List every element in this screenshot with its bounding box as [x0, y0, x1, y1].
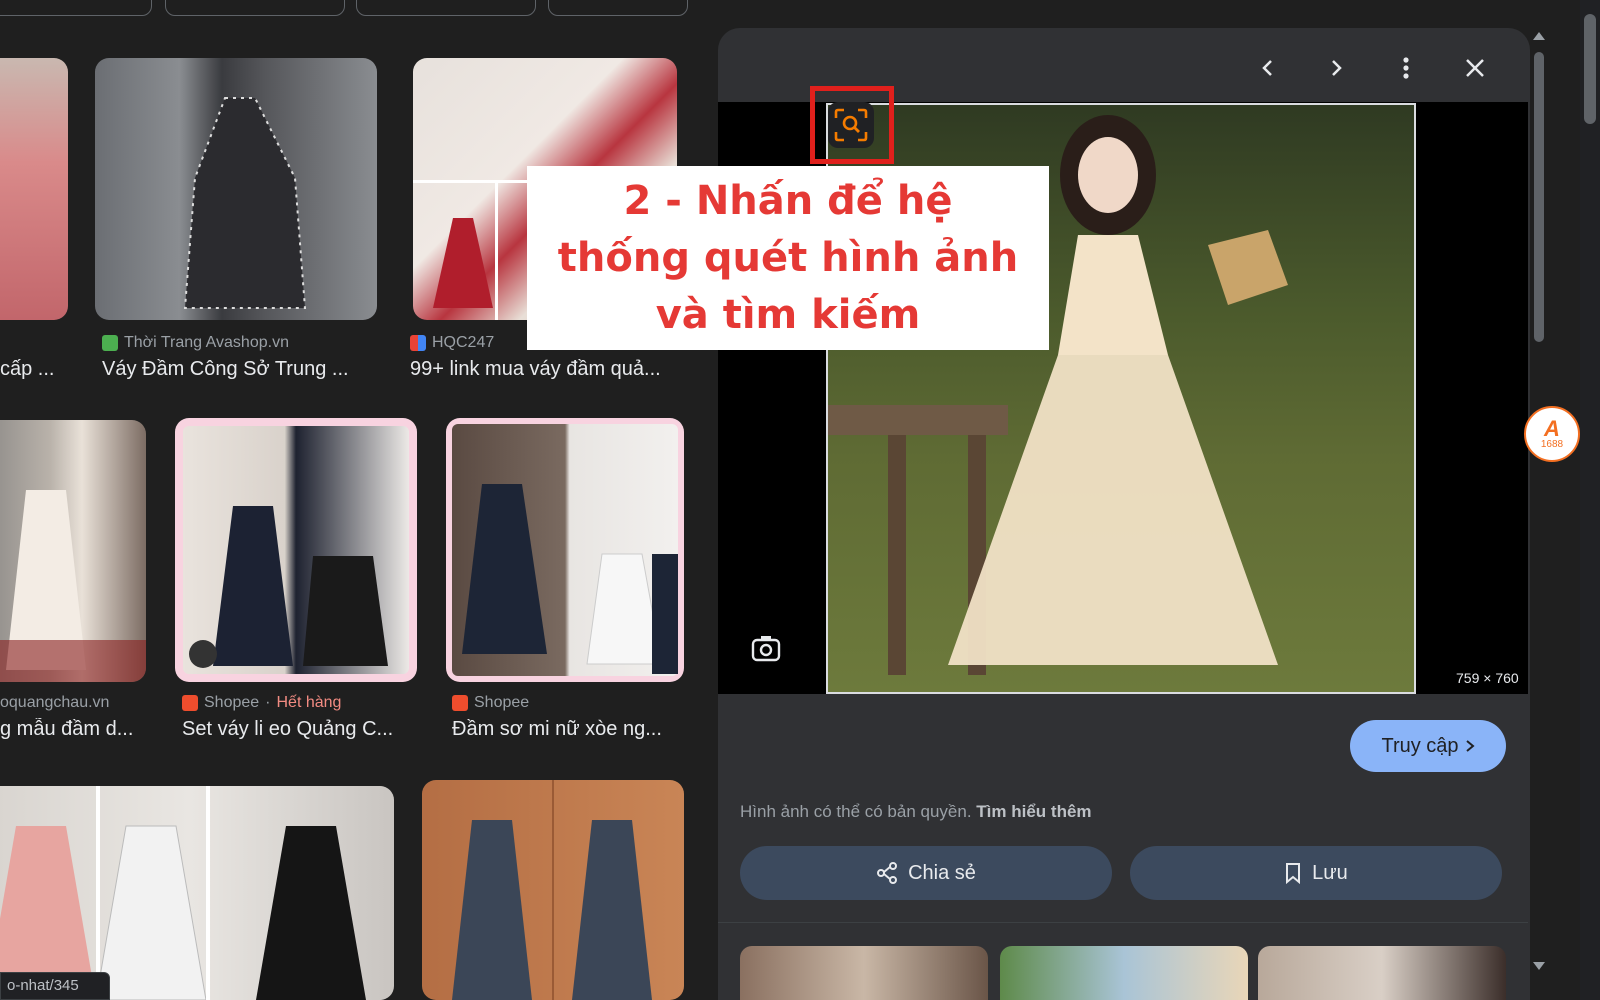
related-image[interactable]	[1258, 946, 1506, 1000]
chevron-left-icon	[1262, 60, 1272, 76]
dress-collage-photo	[0, 786, 366, 1000]
more-options-button[interactable]	[1388, 50, 1424, 86]
visit-button[interactable]: Truy cập	[1350, 720, 1506, 772]
result-title[interactable]: Đầm sơ mi nữ xòe ng...	[452, 718, 678, 741]
result-source: oquangchau.vn	[0, 694, 110, 711]
more-vert-icon	[1403, 57, 1409, 79]
panel-scrollbar-thumb[interactable]	[1534, 52, 1544, 342]
filter-chip[interactable]	[0, 0, 152, 16]
shopee-favicon-icon	[452, 695, 468, 711]
camera-lens-icon	[751, 636, 781, 662]
bookmark-icon	[1286, 863, 1301, 884]
result-image[interactable]	[0, 786, 394, 1000]
result-image[interactable]	[95, 58, 377, 320]
annotation-highlight-box	[810, 86, 894, 164]
site-favicon-icon	[410, 335, 426, 351]
related-image[interactable]	[1000, 946, 1248, 1000]
previous-button[interactable]	[1250, 50, 1286, 86]
filter-chip[interactable]	[356, 0, 536, 16]
annotation-text: 2 - Nhấn để hệ thống quét hình ảnh và tì…	[557, 177, 1019, 338]
screen: cấp ... Thời Trang Avashop.vn Váy Đầm Cô…	[0, 0, 1600, 1000]
dress-photo	[183, 97, 307, 309]
result-image[interactable]	[0, 58, 68, 320]
related-image[interactable]	[740, 946, 988, 1000]
visit-label: Truy cập	[1381, 734, 1459, 757]
share-icon	[877, 862, 898, 884]
result-image[interactable]	[446, 418, 684, 682]
google-lens-button[interactable]	[746, 628, 786, 668]
status-bar-url: o-nhat/345	[0, 972, 110, 1000]
result-source: HQC247	[410, 334, 494, 352]
share-label: Chia sẻ	[908, 861, 976, 884]
next-button[interactable]	[1318, 50, 1354, 86]
chevron-right-icon	[1465, 740, 1475, 752]
page-scrollbar[interactable]	[1580, 0, 1600, 1000]
annotation-callout: 2 - Nhấn để hệ thống quét hình ảnh và tì…	[527, 166, 1049, 350]
result-image[interactable]	[175, 418, 417, 682]
save-label: Lưu	[1312, 861, 1348, 884]
result-source: Shopee	[452, 694, 529, 712]
save-button[interactable]: Lưu	[1130, 846, 1502, 900]
share-button[interactable]: Chia sẻ	[740, 846, 1112, 900]
close-button[interactable]	[1457, 50, 1493, 86]
result-image[interactable]	[0, 420, 146, 682]
dress-photo	[0, 490, 146, 682]
image-dimensions: 759 × 760	[1456, 670, 1519, 686]
shopee-favicon-icon	[182, 695, 198, 711]
learn-more-link[interactable]: Tìm hiểu thêm	[976, 802, 1091, 821]
filter-chip[interactable]	[548, 0, 688, 16]
divider	[718, 922, 1528, 923]
result-title[interactable]: 99+ link mua váy đầm quả...	[410, 358, 680, 381]
extension-1688-icon[interactable]: A 1688	[1524, 406, 1580, 462]
result-title[interactable]: g mẫu đầm d...	[0, 718, 140, 741]
dress-collage-photo	[183, 426, 409, 674]
filter-chip[interactable]	[165, 0, 345, 16]
page-scrollbar-thumb[interactable]	[1584, 14, 1596, 124]
site-favicon-icon	[102, 335, 118, 351]
result-source: Shopee · Hết hàng	[182, 694, 341, 712]
dress-photo	[452, 780, 652, 1000]
close-icon	[1466, 59, 1484, 77]
chevron-right-icon	[1332, 60, 1342, 76]
result-title[interactable]: Váy Đầm Công Sở Trung ...	[102, 358, 370, 381]
out-of-stock-badge: Hết hàng	[276, 694, 342, 711]
copyright-notice: Hình ảnh có thể có bản quyền. Tìm hiểu t…	[740, 802, 1092, 821]
result-source: Thời Trang Avashop.vn	[102, 334, 289, 352]
result-title[interactable]: cấp ...	[0, 358, 70, 381]
result-title[interactable]: Set váy li eo Quảng C...	[182, 718, 414, 741]
result-image[interactable]	[422, 780, 684, 1000]
dress-collage-photo	[452, 424, 678, 676]
